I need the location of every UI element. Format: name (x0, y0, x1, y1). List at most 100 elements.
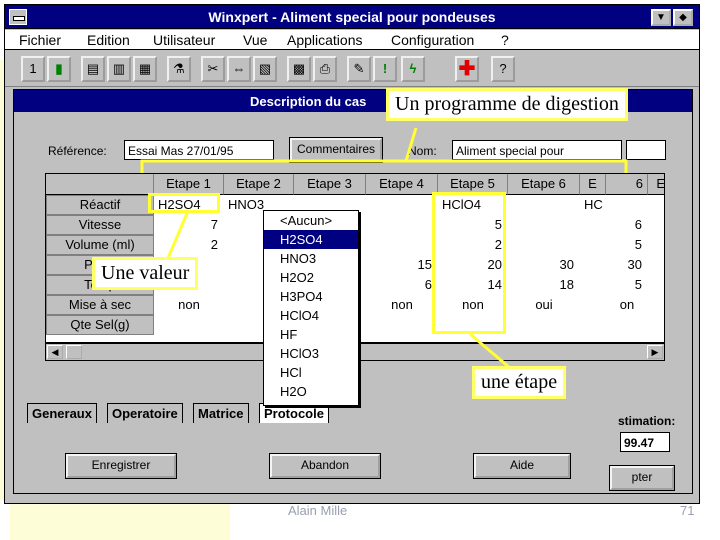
grid-cell[interactable] (366, 215, 438, 235)
column-header[interactable]: Etape 1 (154, 174, 224, 195)
tab-matrice[interactable]: Matrice (193, 403, 249, 423)
grid-cell[interactable] (580, 235, 606, 255)
dropdown-option[interactable]: H3PO4 (264, 287, 358, 306)
menu-fichier[interactable]: Fichier (19, 32, 61, 48)
grid-cell[interactable]: on (606, 295, 648, 315)
grid-cell[interactable] (648, 315, 664, 335)
grid-cell[interactable] (580, 255, 606, 275)
row-header[interactable]: Volume (ml) (46, 235, 154, 255)
tab-operatoire[interactable]: Operatoire (107, 403, 183, 423)
graph-icon[interactable]: ▧ (253, 56, 277, 82)
dropdown-option[interactable]: HNO3 (264, 249, 358, 268)
menu-utilisateur[interactable]: Utilisateur (153, 32, 215, 48)
grid-cell[interactable]: 30 (606, 255, 648, 275)
grid-cell[interactable]: 30 (508, 255, 580, 275)
grid-cell[interactable]: 15 (366, 255, 438, 275)
grid-cell[interactable]: 5 (606, 235, 648, 255)
grid-cell[interactable]: 2 (154, 235, 224, 255)
paste-icon[interactable]: ▦ (133, 56, 157, 82)
grid-cell[interactable]: 6 (606, 215, 648, 235)
menu-vue[interactable]: Vue (243, 32, 267, 48)
dropdown-option[interactable]: HClO3 (264, 344, 358, 363)
grid-cell[interactable] (580, 295, 606, 315)
menu-applications[interactable]: Applications (287, 32, 363, 48)
row-header[interactable]: Vitesse (46, 215, 154, 235)
grid-cell[interactable] (366, 235, 438, 255)
dropdown-option[interactable]: H2SO4 (264, 230, 358, 249)
dropdown-option[interactable]: <Aucun> (264, 211, 358, 230)
maximize-icon[interactable]: ◆ (673, 9, 693, 26)
help-icon[interactable]: ? (491, 56, 515, 82)
pen-icon[interactable]: ✎ (347, 56, 371, 82)
nom-extra-field[interactable] (626, 140, 666, 160)
tab-protocole[interactable]: Protocole (259, 403, 329, 423)
grid-cell[interactable]: HC (580, 195, 606, 215)
estimation-field[interactable]: 99.47 (620, 432, 670, 452)
grid-cell[interactable] (606, 315, 648, 335)
column-header[interactable]: Etape 6 (508, 174, 580, 195)
merge-icon[interactable]: ⇔ (227, 56, 251, 82)
menu-help[interactable]: ? (501, 32, 509, 48)
column-header[interactable]: Etape 2 (224, 174, 294, 195)
tab-generaux[interactable]: Generaux (27, 403, 97, 423)
printer-icon[interactable]: ⎙ (313, 56, 337, 82)
quitter-button[interactable]: pter (609, 465, 675, 491)
dropdown-option[interactable]: H2O2 (264, 268, 358, 287)
enregistrer-button[interactable]: Enregistrer (65, 453, 177, 479)
column-header[interactable]: 6 (606, 174, 648, 195)
grid-cell[interactable] (508, 315, 580, 335)
grid-cell[interactable] (648, 295, 664, 315)
lightning-icon[interactable]: ϟ (401, 56, 425, 82)
column-header[interactable]: E (580, 174, 606, 195)
grid-cell[interactable] (154, 315, 224, 335)
grid-cell[interactable] (580, 315, 606, 335)
column-header[interactable]: Et (648, 174, 664, 195)
grid-cell[interactable] (366, 195, 438, 215)
reference-field[interactable]: Essai Mas 27/01/95 (124, 140, 274, 160)
book-icon[interactable]: ▮ (47, 56, 71, 82)
abandon-button[interactable]: Abandon (269, 453, 381, 479)
grid-cell[interactable]: 6 (366, 275, 438, 295)
aide-button[interactable]: Aide (473, 453, 571, 479)
dropdown-option[interactable]: H2O (264, 382, 358, 401)
grid-cell[interactable]: 7 (154, 215, 224, 235)
grid-cell[interactable]: 18 (508, 275, 580, 295)
commentaires-button[interactable]: Commentaires (289, 137, 383, 163)
scroll-thumb[interactable] (66, 345, 82, 359)
nom-field[interactable]: Aliment special pour (452, 140, 622, 160)
calculator-icon[interactable]: ▩ (287, 56, 311, 82)
grid-cell[interactable] (648, 275, 664, 295)
copy-icon[interactable]: ▥ (107, 56, 131, 82)
column-header[interactable]: Etape 4 (366, 174, 438, 195)
scroll-left-icon[interactable]: ◀ (47, 345, 63, 359)
exclamation-icon[interactable]: ! (373, 56, 397, 82)
dropdown-option[interactable]: HCl (264, 363, 358, 382)
grid-cell[interactable]: non (154, 295, 224, 315)
flask-icon[interactable]: ⚗ (167, 56, 191, 82)
grid-cell[interactable]: oui (508, 295, 580, 315)
grid-cell[interactable]: 5 (606, 275, 648, 295)
grid-cell[interactable] (508, 235, 580, 255)
grid-cell[interactable] (508, 195, 580, 215)
scroll-right-icon[interactable]: ▶ (647, 345, 663, 359)
grid-cell[interactable] (648, 255, 664, 275)
grid-cell[interactable] (366, 315, 438, 335)
minimize-icon[interactable]: ▼ (651, 9, 671, 26)
row-header[interactable]: Qte Sel(g) (46, 315, 154, 335)
grid-cell[interactable] (648, 235, 664, 255)
row-header[interactable]: Mise à sec (46, 295, 154, 315)
menu-edition[interactable]: Edition (87, 32, 130, 48)
grid-cell[interactable] (580, 215, 606, 235)
reactif-dropdown-list[interactable]: <Aucun> H2SO4 HNO3 H2O2 H3PO4 HClO4 HF HClO3 HCl… (263, 210, 359, 406)
one-icon[interactable]: 1 (21, 56, 45, 82)
grid-cell[interactable] (648, 215, 664, 235)
column-header[interactable]: Etape 3 (294, 174, 366, 195)
scissors-icon[interactable]: ✂ (201, 56, 225, 82)
grid-cell[interactable] (648, 195, 664, 215)
document-icon[interactable]: ▤ (81, 56, 105, 82)
grid-cell[interactable] (508, 215, 580, 235)
menu-configuration[interactable]: Configuration (391, 32, 474, 48)
grid-cell[interactable] (580, 275, 606, 295)
grid-cell[interactable]: non (366, 295, 438, 315)
grid-cell[interactable] (606, 195, 648, 215)
